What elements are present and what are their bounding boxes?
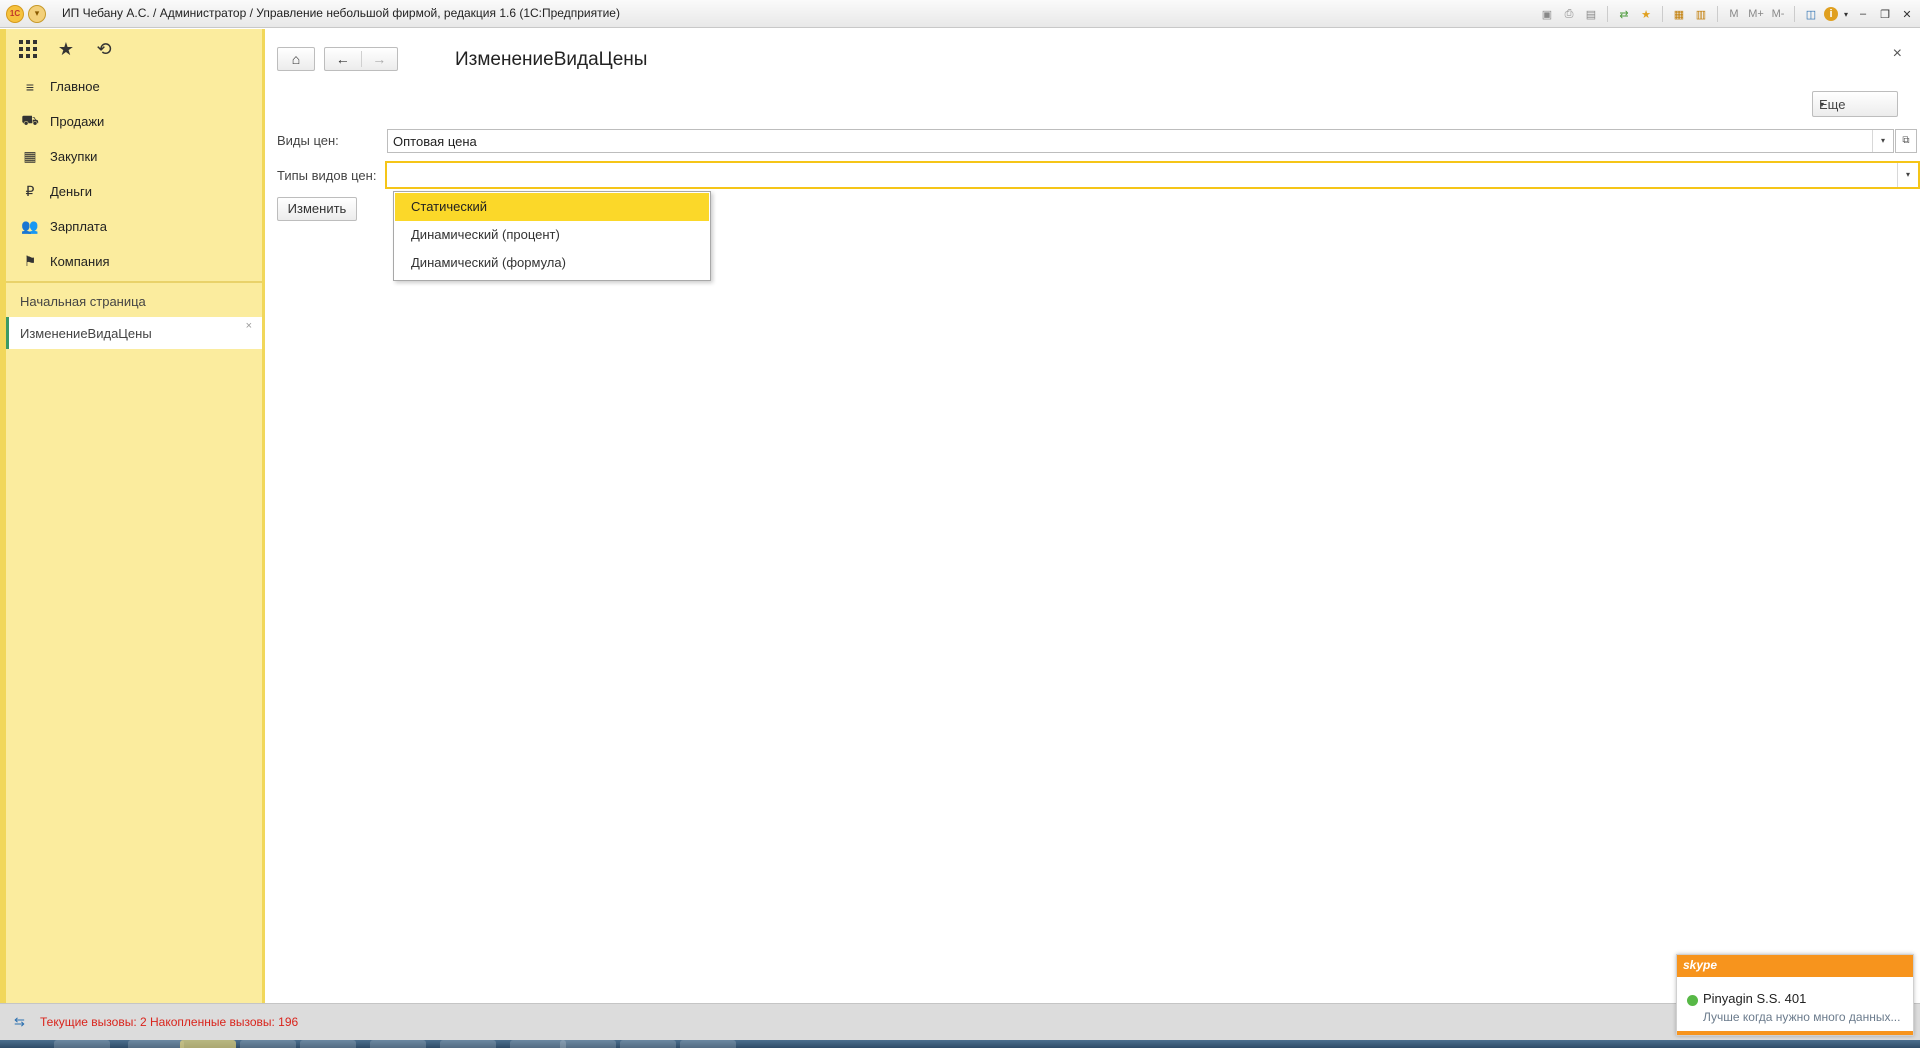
sidebar-item-money[interactable]: ₽ Деньги <box>6 174 262 209</box>
open-window-home[interactable]: Начальная страница <box>6 285 262 317</box>
more-button[interactable]: Еще ▾ <box>1812 91 1898 117</box>
taskbar-button[interactable] <box>128 1040 184 1048</box>
skype-footer-bar <box>1677 1031 1913 1035</box>
skype-logo: skype <box>1683 958 1718 972</box>
dropdown-option-static[interactable]: Статический <box>395 193 709 221</box>
taskbar-button[interactable] <box>680 1040 736 1048</box>
price-types-dropdown: Статический Динамический (процент) Динам… <box>393 191 711 281</box>
sidebar-item-label: Продажи <box>50 114 105 129</box>
toolbar-separator <box>1607 6 1608 22</box>
m-plus-icon[interactable]: M+ <box>1747 5 1765 23</box>
window-title: ИП Чебану А.С. / Администратор / Управле… <box>62 6 620 20</box>
panels-icon[interactable]: ◫ <box>1802 5 1820 23</box>
dropdown-option-dynamic-formula[interactable]: Динамический (формула) <box>395 249 709 277</box>
open-window-label: ИзменениеВидаЦены <box>20 325 152 341</box>
home-button[interactable]: ⌂ <box>277 47 315 71</box>
chevron-down-icon[interactable]: ▾ <box>1897 163 1918 187</box>
sidebar-item-company[interactable]: ⚑ Компания <box>6 244 262 279</box>
titlebar-toolbar: ▣ ⎙ ▤ ⇄ ★ ▦ ▥ M M+ M- ◫ i ▾ – ❐ ✕ <box>1538 4 1916 24</box>
taskbar-button[interactable] <box>560 1040 616 1048</box>
close-form-icon[interactable]: × <box>1893 45 1902 63</box>
sidebar-toolbar: ★ ⟲ <box>6 29 262 69</box>
print-icon[interactable]: ⎙ <box>1560 5 1578 23</box>
forward-arrow-icon[interactable]: → <box>362 51 398 67</box>
compare-icon[interactable]: ⇄ <box>1615 5 1633 23</box>
more-button-label: Еще <box>1819 96 1846 112</box>
change-button[interactable]: Изменить <box>277 197 357 221</box>
skype-contact-name: Pinyagin S.S. 401 <box>1703 991 1807 1006</box>
grid-cart-icon: ▦ <box>23 148 37 164</box>
page-title: ИзменениеВидаЦены <box>455 49 648 70</box>
info-icon[interactable]: i <box>1824 7 1838 21</box>
skype-message: Лучше когда нужно много данных... <box>1703 1010 1901 1024</box>
form-area: ⌂ ← → ИзменениеВидаЦены × Еще ▾ Виды цен… <box>265 29 1920 1003</box>
home-icon: ⌂ <box>291 51 301 67</box>
calls-counter: Текущие вызовы: 2 Накопленные вызовы: 19… <box>40 1015 299 1029</box>
price-types-field[interactable]: ▾ <box>385 161 1920 189</box>
sidebar-item-salary[interactable]: 👥 Зарплата <box>6 209 262 244</box>
sidebar-item-label: Зарплата <box>50 219 107 234</box>
open-window-label: Начальная страница <box>20 293 146 309</box>
preview-icon[interactable]: ▤ <box>1582 5 1600 23</box>
all-functions-grid-icon[interactable] <box>16 37 40 61</box>
dropdown-option-dynamic-percent[interactable]: Динамический (процент) <box>395 221 709 249</box>
price-kinds-label: Виды цен: <box>277 133 339 148</box>
restore-icon[interactable]: ❐ <box>1876 5 1894 23</box>
taskbar-button[interactable] <box>240 1040 296 1048</box>
flag-icon: ⚑ <box>23 253 37 269</box>
taskbar-button[interactable] <box>300 1040 356 1048</box>
status-bar: ⇆ Текущие вызовы: 2 Накопленные вызовы: … <box>0 1003 1920 1040</box>
m-icon[interactable]: M <box>1725 5 1743 23</box>
save-icon[interactable]: ▣ <box>1538 5 1556 23</box>
calendar-icon[interactable]: ▥ <box>1692 5 1710 23</box>
performance-monitor-icon[interactable]: ⇆ <box>14 1014 32 1030</box>
skype-notification[interactable]: skype Pinyagin S.S. 401 Лучше когда нужн… <box>1676 954 1914 1036</box>
sidebar-item-sales[interactable]: ⛟ Продажи <box>6 104 262 139</box>
taskbar-button[interactable] <box>370 1040 426 1048</box>
basket-icon: ⛟ <box>21 112 39 128</box>
price-kinds-field[interactable]: Оптовая цена ▾ ⧉ <box>387 129 1917 153</box>
taskbar-button[interactable] <box>180 1040 236 1048</box>
taskbar-button[interactable] <box>620 1040 676 1048</box>
sidebar-item-purchases[interactable]: ▦ Закупки <box>6 139 262 174</box>
sections-panel: ★ ⟲ ≡ Главное ⛟ Продажи ▦ Закупки ₽ День… <box>0 29 265 1003</box>
history-icon[interactable]: ⟲ <box>92 37 116 61</box>
calculator-icon[interactable]: ▦ <box>1670 5 1688 23</box>
minimize-icon[interactable]: – <box>1854 5 1872 23</box>
sidebar-item-main[interactable]: ≡ Главное <box>6 69 262 104</box>
taskbar-button[interactable] <box>510 1040 566 1048</box>
sidebar-item-label: Деньги <box>50 184 92 199</box>
sidebar-divider <box>6 281 262 283</box>
sections-list: ≡ Главное ⛟ Продажи ▦ Закупки ₽ Деньги 👥… <box>6 69 262 279</box>
close-icon[interactable]: × <box>246 320 252 332</box>
open-window-price-change[interactable]: ИзменениеВидаЦены × <box>6 317 262 349</box>
app-logo: 1C <box>6 5 24 23</box>
price-kinds-value: Оптовая цена <box>393 134 477 149</box>
sidebar-item-label: Главное <box>50 79 100 94</box>
price-types-label: Типы видов цен: <box>277 168 377 183</box>
info-dropdown-chevron-icon[interactable]: ▾ <box>1842 5 1850 23</box>
menu-lines-icon: ≡ <box>25 78 35 95</box>
skype-header: skype <box>1677 955 1913 977</box>
people-icon: 👥 <box>21 218 39 234</box>
ruble-coin-icon: ₽ <box>25 183 35 199</box>
toolbar-separator <box>1662 6 1663 22</box>
m-minus-icon[interactable]: M- <box>1769 5 1787 23</box>
history-nav: ← → <box>324 47 398 71</box>
open-icon[interactable]: ⧉ <box>1895 129 1917 153</box>
toolbar-separator <box>1717 6 1718 22</box>
main-menu-chevron-icon[interactable]: ▾ <box>28 5 46 23</box>
toolbar-separator <box>1794 6 1795 22</box>
sidebar-item-label: Компания <box>50 254 110 269</box>
favorites-star-icon[interactable]: ★ <box>54 37 78 61</box>
bookmark-icon[interactable]: ★ <box>1637 5 1655 23</box>
close-icon[interactable]: ✕ <box>1898 5 1916 23</box>
back-arrow-icon[interactable]: ← <box>325 51 362 67</box>
taskbar-button[interactable] <box>440 1040 496 1048</box>
chevron-down-icon[interactable]: ▾ <box>1872 130 1893 152</box>
taskbar-button[interactable] <box>54 1040 110 1048</box>
title-bar: 1C ▾ ИП Чебану А.С. / Администратор / Уп… <box>0 0 1920 28</box>
sidebar-item-label: Закупки <box>50 149 98 164</box>
online-status-icon <box>1687 995 1698 1006</box>
